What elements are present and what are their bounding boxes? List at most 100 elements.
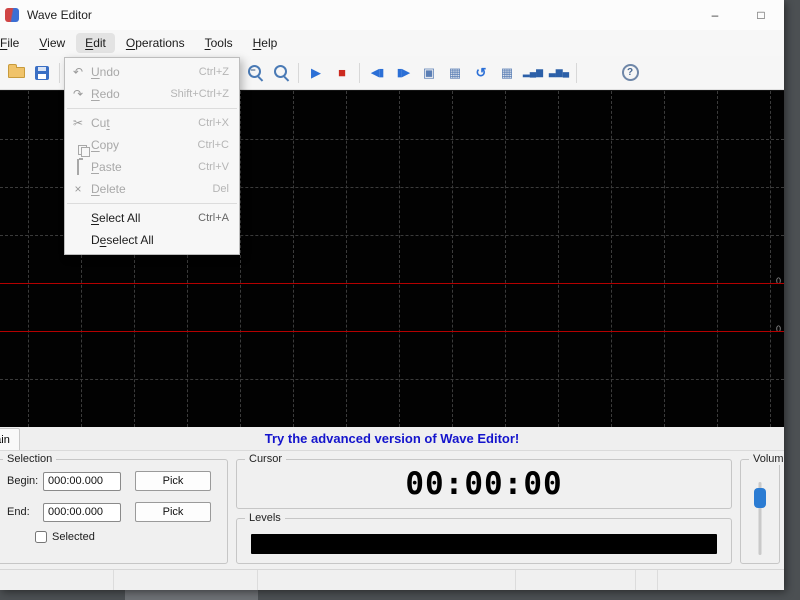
statusbar xyxy=(0,569,784,590)
menu-help[interactable]: Help xyxy=(244,33,287,53)
revert-view-button[interactable]: ↺ xyxy=(469,61,493,85)
cursor-levels-column: Cursor 00:00:00 Levels xyxy=(236,459,732,564)
toolbar-separator xyxy=(298,63,299,83)
levels-group: Levels xyxy=(236,518,732,564)
tabbar: Main Try the advanced version of Wave Ed… xyxy=(0,427,784,451)
begin-input[interactable] xyxy=(43,472,121,491)
grid-vline xyxy=(293,91,294,427)
grid-vline xyxy=(346,91,347,427)
shortcut-label: Ctrl+Z xyxy=(199,66,229,78)
menu-item-label: Delete xyxy=(91,182,212,196)
levels-view-button[interactable]: ▃▆▄ xyxy=(547,61,571,85)
grid-vline xyxy=(664,91,665,427)
toolbar-separator xyxy=(576,63,577,83)
stats-button[interactable]: ▂▄▆ xyxy=(521,61,545,85)
menu-tools[interactable]: Tools xyxy=(196,33,242,53)
menu-item-redo[interactable]: ↷ Redo Shift+Ctrl+Z xyxy=(65,83,239,105)
bars-icon: ▃▆▄ xyxy=(549,67,569,78)
end-label: End: xyxy=(7,506,43,518)
grid-vline xyxy=(558,91,559,427)
play-icon: ▶ xyxy=(311,65,321,81)
grid-icon: ▦ xyxy=(449,65,461,81)
goto-start-icon: ◀▮ xyxy=(371,66,384,79)
menu-item-cut[interactable]: ✂ Cut Ctrl+X xyxy=(65,112,239,134)
selected-checkbox[interactable] xyxy=(35,531,47,543)
selected-label: Selected xyxy=(52,531,95,543)
desktop: Wave Editor – □ File View Edit Operation… xyxy=(0,0,800,600)
grid-button[interactable]: ▦ xyxy=(443,61,467,85)
menu-file[interactable]: File xyxy=(0,33,28,53)
edit-menu-dropdown: ↶ Undo Ctrl+Z ↷ Redo Shift+Ctrl+Z ✂ Cut … xyxy=(64,57,240,255)
goto-end-icon: ▮▶ xyxy=(397,66,410,79)
help-button[interactable]: ? xyxy=(618,61,642,85)
ruler-icon: ▦ xyxy=(501,65,513,81)
zoom-fit-icon xyxy=(272,63,291,82)
mix-icon: ▣ xyxy=(423,65,435,81)
menu-item-undo[interactable]: ↶ Undo Ctrl+Z xyxy=(65,61,239,83)
menu-item-copy[interactable]: Copy Ctrl+C xyxy=(65,134,239,156)
paste-icon xyxy=(77,161,79,173)
menu-item-label: Deselect All xyxy=(91,233,229,247)
end-row: End: Pick xyxy=(7,502,219,522)
shortcut-label: Ctrl+V xyxy=(198,161,229,173)
shortcut-label: Ctrl+C xyxy=(198,139,229,151)
menu-item-label: Redo xyxy=(91,87,170,101)
goto-start-button[interactable]: ◀▮ xyxy=(365,61,389,85)
help-icon: ? xyxy=(622,64,639,81)
channel-zero-line xyxy=(0,331,784,332)
menu-edit[interactable]: Edit xyxy=(76,33,115,53)
window-title: Wave Editor xyxy=(27,8,92,22)
wave-editor-window: Wave Editor – □ File View Edit Operation… xyxy=(0,0,784,590)
bars-icon: ▂▄▆ xyxy=(523,67,543,78)
titlebar[interactable]: Wave Editor – □ xyxy=(0,0,784,30)
undo-icon: ↶ xyxy=(73,66,83,78)
minimize-button[interactable]: – xyxy=(692,0,738,30)
zoom-out-icon: − xyxy=(246,63,265,82)
zoom-fit-button[interactable] xyxy=(269,61,293,85)
statusbar-cell xyxy=(636,570,658,590)
save-button[interactable] xyxy=(30,61,54,85)
bottom-panel: Selection Begin: Pick End: Pick Selected xyxy=(0,451,784,569)
volume-slider-thumb[interactable] xyxy=(754,488,766,508)
tab-main[interactable]: Main xyxy=(0,428,20,450)
begin-label: Begin: xyxy=(7,475,43,487)
promo-text: Try the advanced version of Wave Editor! xyxy=(0,427,784,450)
begin-pick-button[interactable]: Pick xyxy=(135,471,211,491)
stop-button[interactable]: ■ xyxy=(330,61,354,85)
save-icon xyxy=(35,66,49,80)
zoom-out-button[interactable]: − xyxy=(243,61,267,85)
delete-icon: × xyxy=(74,183,81,195)
menu-item-paste[interactable]: Paste Ctrl+V xyxy=(65,156,239,178)
ruler-button[interactable]: ▦ xyxy=(495,61,519,85)
end-pick-button[interactable]: Pick xyxy=(135,502,211,522)
end-input[interactable] xyxy=(43,503,121,522)
menu-item-select-all[interactable]: Select All Ctrl+A xyxy=(65,207,239,229)
shortcut-label: Del xyxy=(212,183,229,195)
cursor-group-title: Cursor xyxy=(245,453,286,465)
levels-group-title: Levels xyxy=(245,512,285,524)
grid-vline xyxy=(452,91,453,427)
amplitude-scale-label: 0 xyxy=(776,325,781,334)
menu-item-delete[interactable]: × Delete Del xyxy=(65,178,239,200)
menu-item-label: Select All xyxy=(91,211,198,225)
app-icon xyxy=(5,8,19,22)
statusbar-cell xyxy=(0,570,114,590)
taskbar-fragment xyxy=(125,590,258,600)
menu-item-label: Undo xyxy=(91,65,199,79)
channel-zero-line xyxy=(0,283,784,284)
play-button[interactable]: ▶ xyxy=(304,61,328,85)
mix-button[interactable]: ▣ xyxy=(417,61,441,85)
grid-hline xyxy=(0,379,784,380)
menu-view[interactable]: View xyxy=(30,33,74,53)
menubar: File View Edit Operations Tools Help xyxy=(0,30,784,56)
statusbar-cell xyxy=(258,570,516,590)
grid-vline xyxy=(770,91,771,427)
statusbar-cell xyxy=(658,570,784,590)
menu-operations[interactable]: Operations xyxy=(117,33,194,53)
open-folder-icon xyxy=(8,67,25,78)
window-controls: – □ xyxy=(692,0,784,30)
maximize-button[interactable]: □ xyxy=(738,0,784,30)
goto-end-button[interactable]: ▮▶ xyxy=(391,61,415,85)
open-button[interactable] xyxy=(4,61,28,85)
menu-item-deselect-all[interactable]: Deselect All xyxy=(65,229,239,251)
